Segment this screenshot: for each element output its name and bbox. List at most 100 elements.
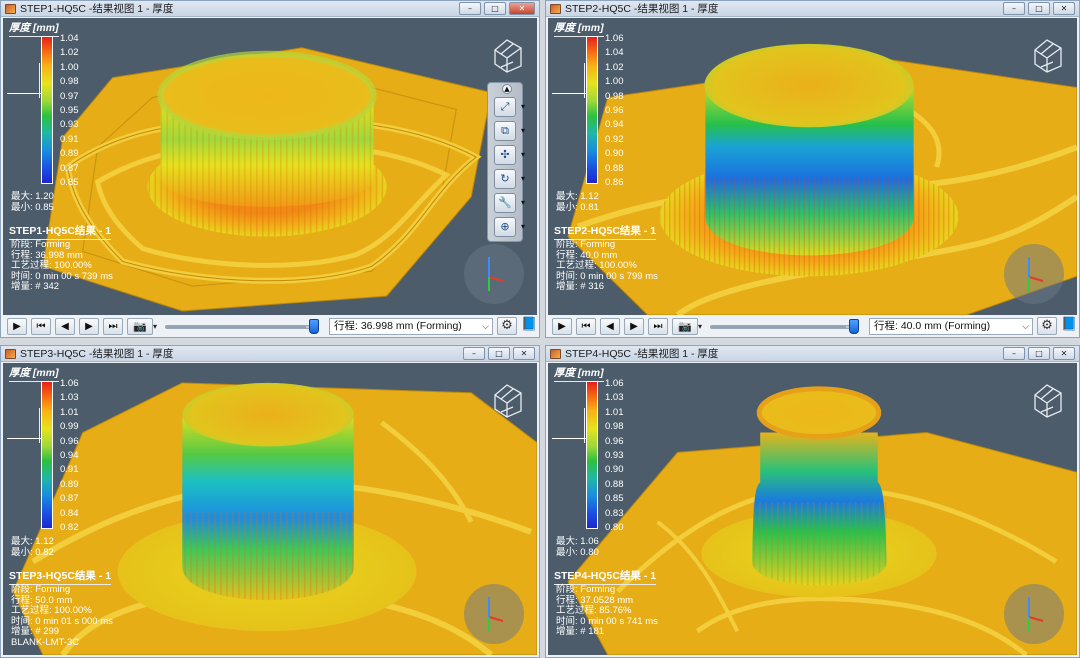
reset-icon[interactable]: ⊕	[494, 217, 525, 237]
legend-tick: 1.06	[605, 33, 624, 44]
close-button[interactable]: ✕	[1053, 347, 1075, 360]
gear-icon[interactable]: ⚙	[1037, 317, 1057, 335]
stroke-combo[interactable]: 行程: 36.998 mm (Forming) ⌵	[329, 317, 493, 335]
camera-dropdown-icon[interactable]: ▾	[153, 322, 157, 331]
max-value: 最大: 1.12	[556, 191, 599, 202]
last-frame-button[interactable]: ⏭	[103, 317, 123, 335]
slider-thumb[interactable]	[848, 318, 859, 334]
next-frame-button[interactable]: ▶	[79, 317, 99, 335]
legend-ticks: 1.06 1.04 1.02 1.00 0.98 0.96 0.94 0.92 …	[602, 34, 642, 188]
book-icon[interactable]: 📘	[1061, 317, 1077, 335]
app-icon	[5, 348, 16, 359]
collapse-toolbar-button[interactable]: ▲	[502, 84, 512, 94]
result-window-step1: STEP1-HQ5C -结果视图 1 - 厚度 – □ ✕ 厚度 [mm] 1.…	[0, 0, 540, 338]
3d-viewport[interactable]: 厚度 [mm] 1.06 1.03 1.01 0.99 0.96 0.94 0.…	[3, 363, 537, 655]
legend-tick: 0.85	[60, 176, 79, 188]
window-title: STEP2-HQ5C -结果视图 1 - 厚度	[565, 3, 719, 15]
window-titlebar[interactable]: STEP3-HQ5C -结果视图 1 - 厚度 – □ ✕	[1, 346, 539, 362]
rotate-icon[interactable]: ↻	[494, 169, 525, 189]
window-titlebar[interactable]: STEP4-HQ5C -结果视图 1 - 厚度 – □ ✕	[546, 346, 1079, 362]
fit-icon[interactable]: ✣	[494, 145, 525, 165]
legend-tick: 0.95	[60, 104, 79, 116]
camera-icon[interactable]: 📷	[127, 317, 153, 335]
maximize-button[interactable]: □	[1028, 2, 1050, 15]
info-stage: 阶段: Forming	[11, 584, 71, 595]
result-title: STEP1-HQ5C结果 - 1	[9, 223, 112, 240]
playback-bar: ▶ ⏮ ◀ ▶ ⏭ 📷 ▾ 行程: 36.998 mm (Forming) ⌵ ⚙…	[3, 315, 537, 337]
book-icon[interactable]: 📘	[521, 317, 537, 335]
legend-tick: 0.94	[605, 119, 624, 131]
triad-icon	[1004, 584, 1064, 644]
first-frame-button[interactable]: ⏮	[31, 317, 51, 335]
close-button[interactable]: ✕	[513, 347, 535, 360]
minimize-button[interactable]: –	[1003, 2, 1025, 15]
info-stage: 阶段: Forming	[556, 239, 616, 250]
stroke-slider[interactable]	[708, 318, 863, 335]
info-process: 工艺过程: 100.00%	[11, 605, 92, 616]
min-value: 最小: 0.80	[556, 547, 599, 558]
result-title: STEP2-HQ5C结果 - 1	[554, 223, 657, 240]
legend-tick: 1.00	[605, 76, 624, 88]
3d-viewport[interactable]: 厚度 [mm] 1.06 1.04 1.02 1.00 0.98 0.96 0.…	[548, 18, 1077, 315]
legend-ticks: 1.06 1.03 1.01 0.98 0.96 0.93 0.90 0.88 …	[602, 379, 642, 533]
info-process: 工艺过程: 100.00%	[11, 260, 92, 271]
window-titlebar[interactable]: STEP1-HQ5C -结果视图 1 - 厚度 – □ ✕	[1, 1, 539, 17]
result-title: STEP4-HQ5C结果 - 1	[554, 568, 657, 585]
result-info: 阶段: Forming 行程: 50.0 mm 工艺过程: 100.00% 时间…	[11, 584, 113, 648]
min-value: 最小: 0.81	[556, 202, 599, 213]
3d-viewport[interactable]: 厚度 [mm] 1.04 1.02 1.00 0.98 0.97 0.95 0.…	[3, 18, 537, 315]
info-stage: 阶段: Forming	[11, 239, 71, 250]
camera-dropdown-icon[interactable]: ▾	[698, 322, 702, 331]
zoom-icon[interactable]: ⤢	[494, 97, 525, 117]
legend-tick: 0.98	[605, 421, 624, 433]
logo-icon	[494, 39, 522, 73]
close-button[interactable]: ✕	[509, 2, 535, 15]
camera-icon[interactable]: 📷	[672, 317, 698, 335]
legend-tick: 1.04	[60, 33, 79, 44]
logo-icon	[494, 384, 522, 418]
legend-tick: 0.98	[60, 76, 79, 88]
window-title: STEP1-HQ5C -结果视图 1 - 厚度	[20, 3, 174, 15]
color-bar	[41, 381, 53, 529]
min-max-values: 最大: 1.06 最小: 0.80	[556, 536, 599, 558]
slider-thumb[interactable]	[308, 318, 319, 334]
chevron-down-icon: ⌵	[482, 320, 489, 331]
minimize-button[interactable]: –	[459, 2, 481, 15]
maximize-button[interactable]: □	[488, 347, 510, 360]
window-titlebar[interactable]: STEP2-HQ5C -结果视图 1 - 厚度 – □ ✕	[546, 1, 1079, 17]
max-value: 最大: 1.20	[11, 191, 54, 202]
gear-icon[interactable]: ⚙	[497, 317, 517, 335]
stroke-slider[interactable]	[163, 318, 323, 335]
last-frame-button[interactable]: ⏭	[648, 317, 668, 335]
legend-histogram-baseline	[7, 438, 43, 439]
legend-tick: 0.86	[605, 176, 624, 188]
chevron-down-icon: ⌵	[1022, 320, 1029, 331]
result-info: 阶段: Forming 行程: 40.0 mm 工艺过程: 100.00% 时间…	[556, 239, 658, 293]
tool-icon[interactable]: 🔧	[494, 193, 525, 213]
next-frame-button[interactable]: ▶	[624, 317, 644, 335]
minimize-button[interactable]: –	[463, 347, 485, 360]
maximize-button[interactable]: □	[484, 2, 506, 15]
legend-ticks: 1.06 1.03 1.01 0.99 0.96 0.94 0.91 0.89 …	[57, 379, 97, 533]
min-value: 最小: 0.82	[11, 547, 54, 558]
legend-tick: 0.84	[60, 507, 79, 519]
prev-frame-button[interactable]: ◀	[55, 317, 75, 335]
maximize-button[interactable]: □	[1028, 347, 1050, 360]
result-info: 阶段: Forming 行程: 36.998 mm 工艺过程: 100.00% …	[11, 239, 113, 293]
color-bar	[41, 36, 53, 184]
3d-viewport[interactable]: 厚度 [mm] 1.06 1.03 1.01 0.98 0.96 0.93 0.…	[548, 363, 1077, 655]
close-button[interactable]: ✕	[1053, 2, 1075, 15]
stroke-combo[interactable]: 行程: 40.0 mm (Forming) ⌵	[869, 317, 1033, 335]
play-button[interactable]: ▶	[7, 317, 27, 335]
minimize-button[interactable]: –	[1003, 347, 1025, 360]
legend-tick: 0.87	[60, 493, 79, 505]
play-button[interactable]: ▶	[552, 317, 572, 335]
view-icon[interactable]: ⧉	[494, 121, 525, 141]
legend-tick: 0.82	[60, 521, 79, 533]
first-frame-button[interactable]: ⏮	[576, 317, 596, 335]
prev-frame-button[interactable]: ◀	[600, 317, 620, 335]
min-max-values: 最大: 1.12 最小: 0.81	[556, 191, 599, 213]
min-value: 最小: 0.85	[11, 202, 54, 213]
legend-tick: 0.97	[60, 90, 79, 102]
app-icon	[550, 3, 561, 14]
